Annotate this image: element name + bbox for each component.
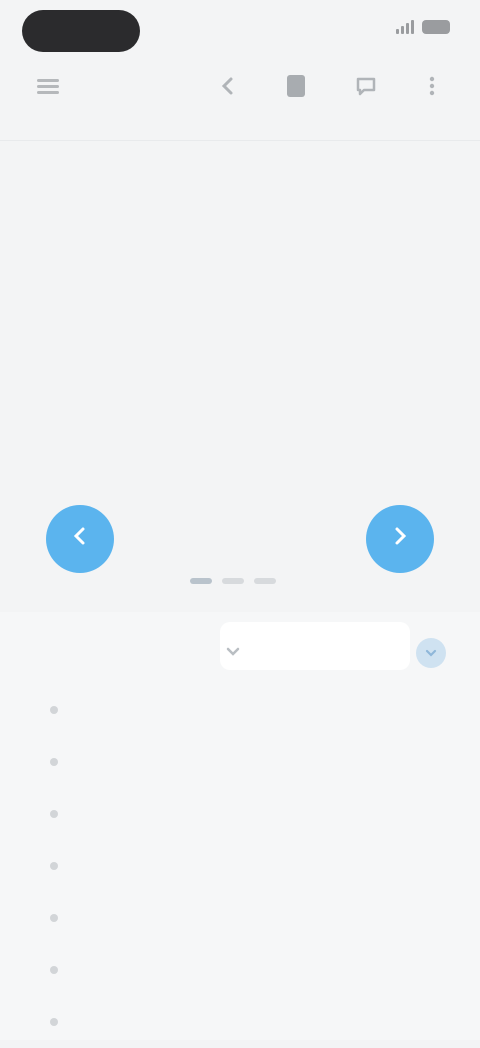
bullet-icon [50,862,58,870]
page-dot-active [190,578,212,584]
ingredients-toggle-icon[interactable] [416,638,446,668]
bullet-icon [50,966,58,974]
back-icon[interactable] [214,72,242,100]
signal-icon [396,20,414,34]
chat-icon[interactable] [352,72,380,100]
page-indicator [190,578,276,584]
toolbar-divider [0,140,480,141]
ingredients-panel [0,612,480,1040]
status-time-pill [22,10,140,52]
previous-icon [68,524,92,555]
list-item[interactable] [0,788,480,840]
battery-icon [422,20,450,34]
menu-icon[interactable] [34,72,62,100]
list-item[interactable] [0,840,480,892]
list-item[interactable] [0,892,480,944]
more-icon[interactable] [418,72,446,100]
previous-button[interactable] [46,505,114,573]
bullet-icon [50,1018,58,1026]
page-dot [222,578,244,584]
bullet-icon [50,810,58,818]
book-icon[interactable] [282,72,310,100]
ingredients-overlay-bar [220,622,410,670]
chevron-down-icon[interactable] [226,644,240,662]
bullet-icon [50,706,58,714]
list-item[interactable] [0,944,480,996]
bullet-icon [50,914,58,922]
next-button[interactable] [366,505,434,573]
bullet-icon [50,758,58,766]
page-dot [254,578,276,584]
status-indicators [396,20,450,34]
list-item[interactable] [0,996,480,1048]
list-item[interactable] [0,736,480,788]
top-toolbar [0,60,480,116]
list-item[interactable] [0,684,480,736]
ingredients-list [0,684,480,1048]
status-bar [0,0,480,56]
next-icon [388,524,412,555]
